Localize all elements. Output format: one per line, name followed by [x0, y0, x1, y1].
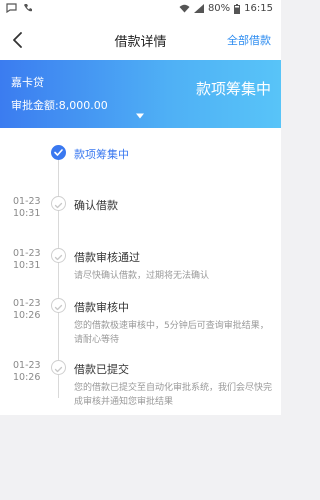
- product-name: 嘉卡贷: [11, 76, 44, 89]
- loan-summary-banner: 嘉卡贷 审批金额:8,000.00 款项筹集中: [0, 60, 281, 128]
- step-title: 借款审核通过: [74, 251, 140, 264]
- step-time: 10:26: [13, 372, 41, 383]
- status-bar: 80% 16:15: [0, 0, 281, 20]
- check-icon: [51, 248, 66, 263]
- approved-amount: 审批金额:8,000.00: [11, 99, 108, 112]
- clock: 16:15: [244, 3, 273, 14]
- check-icon: [51, 298, 66, 313]
- step-date: 01-23: [13, 196, 41, 207]
- expand-icon[interactable]: [134, 112, 146, 120]
- battery-icon: [234, 3, 241, 14]
- status-right: 80% 16:15: [179, 3, 273, 14]
- step-date: 01-23: [13, 298, 41, 309]
- empty-footer-area: [0, 415, 281, 500]
- step-date: 01-23: [13, 360, 41, 371]
- phone-icon: [24, 4, 32, 12]
- signal-icon: [193, 4, 204, 13]
- step-timestamp: 01-23 10:26: [13, 360, 53, 384]
- step-title: 借款审核中: [74, 301, 129, 314]
- timeline: 款项筹集中 01-23 10:31 确认借款 01-23 10:31 借款审核通…: [0, 128, 281, 415]
- step-timestamp: 01-23 10:31: [13, 248, 53, 272]
- step-description: 请尽快确认借款，过期将无法确认: [74, 271, 210, 281]
- nav-bar: 借款详情 全部借款: [0, 20, 281, 60]
- check-icon: [51, 196, 66, 211]
- status-left-icons: [6, 3, 33, 13]
- step-time: 10:26: [13, 310, 41, 321]
- wifi-icon: [179, 4, 190, 13]
- check-icon: [51, 360, 66, 375]
- step-timestamp: 01-23 10:31: [13, 196, 53, 220]
- loan-status: 款项筹集中: [195, 80, 271, 98]
- all-loans-link[interactable]: 全部借款: [227, 32, 271, 48]
- battery-percent: 80%: [207, 3, 231, 14]
- step-description: 您的借款已提交至自动化审批系统，我们会尽快完成审核并通知您审批结果: [74, 383, 273, 407]
- step-time: 10:31: [13, 260, 41, 271]
- message-icon: [6, 3, 17, 13]
- step-title: 借款已提交: [74, 363, 129, 376]
- step-date: 01-23: [13, 248, 41, 259]
- step-timestamp: 01-23 10:26: [13, 298, 53, 322]
- step-title: 款项筹集中: [74, 148, 129, 161]
- check-icon: [51, 145, 66, 160]
- step-title: 确认借款: [74, 199, 118, 212]
- step-time: 10:31: [13, 208, 41, 219]
- step-description: 您的借款极速审核中，5分钟后可查询审批结果，请耐心等待: [74, 321, 269, 345]
